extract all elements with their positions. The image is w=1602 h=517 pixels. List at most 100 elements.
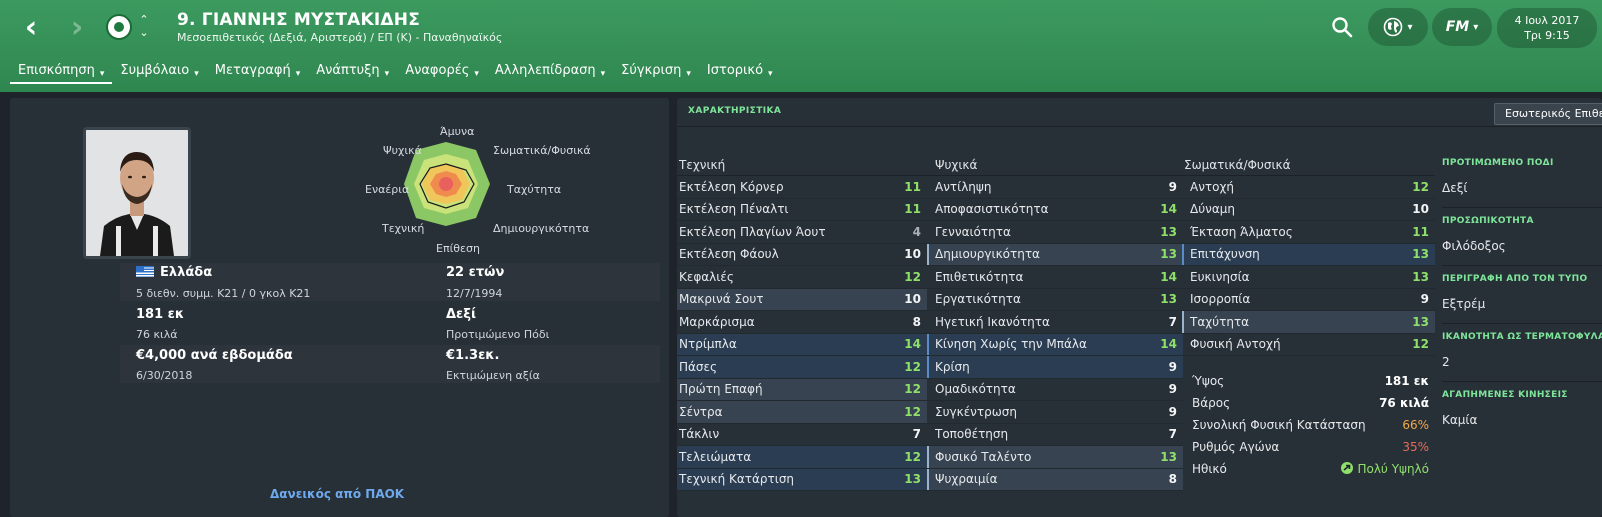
- media-description-header: ΠΕΡΙΓΡΑΦΗ ΑΠΟ ΤΟΝ ΤΥΠΟ: [1442, 274, 1588, 284]
- attribute-row[interactable]: Ντρίμπλα 14: [677, 333, 927, 356]
- tab-contract[interactable]: Συμβόλαιο ▾: [112, 62, 206, 84]
- continue-date-button[interactable]: 4 Ιουλ 2017 Τρι 9:15: [1497, 8, 1597, 48]
- attribute-row[interactable]: Πάσες 12: [677, 356, 927, 379]
- current-time: Τρι 9:15: [1524, 29, 1570, 42]
- tab-development[interactable]: Ανάπτυξη ▾: [308, 62, 397, 84]
- player-weight: 76 κιλά: [136, 328, 178, 341]
- physical-info: Ύψος 181 εκ Βάρος 76 κιλά Συνολική Φυσική …: [1184, 370, 1435, 480]
- attribute-row[interactable]: Έκταση Άλματος 11: [1182, 221, 1435, 244]
- match-sharpness-row: Ρυθμός Αγώνα 35%: [1192, 440, 1429, 454]
- role-selector-dropdown[interactable]: Εσωτερικός Επιθετικός: [1494, 103, 1602, 125]
- attribute-row[interactable]: Μαρκάρισμα 8: [677, 311, 927, 334]
- attribute-row[interactable]: Επιθετικότητα 14: [927, 266, 1183, 289]
- loan-status-link[interactable]: Δανεικός από ΠΑΟΚ: [270, 487, 404, 501]
- radar-label-speed: Ταχύτητα: [507, 183, 562, 196]
- tab-transfer[interactable]: Μεταγραφή ▾: [207, 62, 309, 84]
- attribute-row[interactable]: Κεφαλιές 12: [677, 266, 927, 289]
- chevron-down-icon: ▾: [474, 69, 479, 79]
- player-value: €1.3εκ.: [446, 348, 500, 363]
- attribute-row[interactable]: Αντίληψη 9: [927, 176, 1183, 199]
- attribute-row[interactable]: Φυσική Αντοχή 12: [1182, 334, 1435, 356]
- height-row: Ύψος 181 εκ: [1192, 374, 1429, 388]
- attribute-row[interactable]: Γενναιότητα 13: [927, 221, 1183, 244]
- globe-icon: [1384, 17, 1403, 37]
- morale-row[interactable]: Ηθικό Πολύ Υψηλό: [1184, 458, 1435, 480]
- current-date: 4 Ιουλ 2017: [1514, 14, 1580, 27]
- attribute-row[interactable]: Ομαδικότητα 9: [927, 379, 1183, 401]
- player-height: 181 εκ: [136, 307, 185, 322]
- attribute-row[interactable]: Δημιουργικότητα 13: [927, 243, 1183, 266]
- attribute-row[interactable]: Αποφασιστικότητα 14: [927, 199, 1183, 221]
- attribute-row[interactable]: Τοποθέτηση 7: [927, 424, 1183, 446]
- attribute-row[interactable]: Εκτέλεση Φάουλ 10: [677, 244, 927, 266]
- search-icon[interactable]: [1331, 16, 1353, 38]
- attribute-row[interactable]: Εκτέλεση Πλαγίων Άουτ 4: [677, 221, 927, 244]
- attribute-row[interactable]: Τελειώματα 12: [677, 446, 927, 469]
- world-button[interactable]: ▾: [1368, 8, 1428, 46]
- attribute-row[interactable]: Εκτέλεση Κόρνερ 11: [677, 176, 927, 199]
- contract-expiry: 6/30/2018: [136, 369, 193, 382]
- attribute-row[interactable]: Αντοχή 12: [1182, 176, 1435, 199]
- tab-history[interactable]: Ιστορικό ▾: [699, 62, 781, 84]
- player-age: 22 ετών: [446, 265, 505, 280]
- fm-menu-button[interactable]: FM ▾: [1432, 8, 1492, 46]
- radar-label-physical: Σωματικά/Φυσικά: [493, 144, 591, 157]
- fm-logo: FM: [1445, 19, 1470, 35]
- nationality[interactable]: Ελλάδα: [136, 265, 212, 280]
- attribute-row[interactable]: Ταχύτητα 13: [1182, 311, 1435, 334]
- attribute-row[interactable]: Τάκλιν 7: [677, 424, 927, 446]
- attributes-panel: ΧΑΡΑΚΤΗΡΙΣΤΙΚΑ Εσωτερικός Επιθετικός Τεχ…: [677, 98, 1602, 517]
- favourite-moves-header: ΑΓΑΠΗΜΕΝΕΣ ΚΙΝΗΣΕΙΣ: [1442, 390, 1568, 400]
- preferred-foot-value: Δεξί: [446, 307, 477, 322]
- attribute-row[interactable]: Σέντρα 12: [677, 401, 927, 424]
- physical-attributes: Σωματικά/Φυσικά Αντοχή 12 Δύναμη 10 Έκταση…: [1182, 158, 1435, 356]
- chevron-down-icon: ▾: [1473, 21, 1479, 33]
- attribute-row[interactable]: Εκτέλεση Πέναλτι 11: [677, 199, 927, 221]
- attribute-row[interactable]: Επιτάχυνση 13: [1182, 243, 1435, 266]
- attribute-row[interactable]: Τεχνική Κατάρτιση 13: [677, 468, 927, 491]
- attribute-row[interactable]: Κρίση 9: [927, 356, 1183, 379]
- attribute-row[interactable]: Ισορροπία 9: [1182, 289, 1435, 311]
- player-photo: [83, 127, 191, 259]
- mental-attributes: Ψυχικά Αντίληψη 9 Αποφασιστικότητα 14 Γενν…: [927, 158, 1183, 491]
- attribute-row[interactable]: Ευκινησία 13: [1182, 266, 1435, 289]
- club-badge-icon[interactable]: [106, 14, 132, 40]
- tab-reports[interactable]: Αναφορές ▾: [397, 62, 487, 84]
- attribute-row[interactable]: Συγκέντρωση 9: [927, 401, 1183, 424]
- weight-row: Βάρος 76 κιλά: [1192, 396, 1429, 410]
- player-switch-icon[interactable]: ⌃ ⌄: [137, 13, 151, 41]
- morale-arrow-icon: [1341, 462, 1354, 474]
- radar-label-defending: Άμυνα: [440, 125, 475, 138]
- page-title: 9. ΓΙΑΝΝΗΣ ΜΥΣΤΑΚΙΔΗΣ: [177, 10, 421, 30]
- chevron-down-icon: ▾: [194, 69, 199, 79]
- favourite-moves: Καμία: [1442, 413, 1478, 427]
- tab-comparison[interactable]: Σύγκριση ▾: [613, 62, 699, 84]
- chevron-down-icon: ▾: [686, 69, 691, 79]
- personality: Φιλόδοξος: [1442, 234, 1602, 266]
- attribute-row[interactable]: Εργατικότητα 13: [927, 289, 1183, 311]
- top-header: ‹ › ⌃ ⌄ 9. ΓΙΑΝΝΗΣ ΜΥΣΤΑΚΙΔΗΣ Μεσοεπιθετι…: [0, 0, 1602, 92]
- attribute-row[interactable]: Μακρινά Σουτ 10: [677, 288, 927, 311]
- radar-label-attacking: Επίθεση: [436, 242, 480, 255]
- radar-label-mental: Ψυχικά: [383, 144, 422, 157]
- tab-overview[interactable]: Επισκόπηση ▾: [10, 62, 113, 84]
- forward-arrow-icon[interactable]: ›: [64, 10, 90, 45]
- radar-label-creativity: Δημιουργικότητα: [493, 222, 590, 235]
- player-details-sidebar: ΠΡΟΤΙΜΩΜΕΝΟ ΠΟΔΙ Δεξί ΠΡΟΣΩΠΙΚΟΤΗΤΑ Φιλό…: [1442, 158, 1602, 448]
- chevron-down-icon: ▾: [99, 69, 105, 79]
- attribute-row[interactable]: Φυσικό Ταλέντο 13: [927, 446, 1183, 469]
- attribute-row[interactable]: Ψυχραιμία 8: [927, 468, 1183, 491]
- physical-column-header: Σωματικά/Φυσικά: [1182, 158, 1435, 176]
- attribute-row[interactable]: Πρώτη Επαφή 12: [677, 378, 927, 401]
- mental-column-header: Ψυχικά: [927, 158, 1183, 176]
- preferred-foot: Δεξί: [1442, 176, 1602, 208]
- tab-interaction[interactable]: Αλληλεπίδραση ▾: [487, 62, 613, 84]
- media-description: Εξτρέμ: [1442, 292, 1602, 324]
- radar-label-aerial: Εναέρια: [365, 183, 410, 196]
- attribute-row[interactable]: Κίνηση Χωρίς την Μπάλα 14: [927, 333, 1183, 356]
- player-wage[interactable]: €4,000 ανά εβδομάδα: [136, 348, 293, 363]
- back-arrow-icon[interactable]: ‹: [18, 10, 44, 45]
- attribute-row[interactable]: Δύναμη 10: [1182, 199, 1435, 221]
- attribute-row[interactable]: Ηγετική Ικανότητα 7: [927, 311, 1183, 334]
- player-value-label: Εκτιμώμενη αξία: [446, 369, 540, 382]
